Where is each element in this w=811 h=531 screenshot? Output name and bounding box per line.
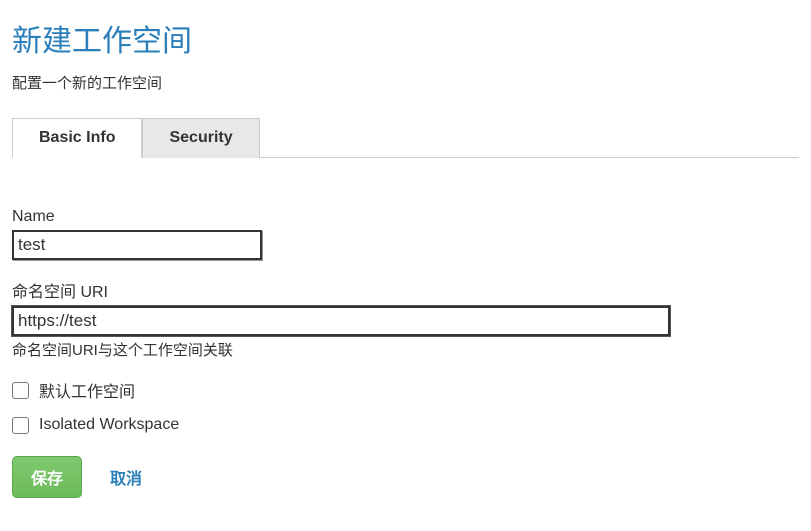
form-group-uri: 命名空间 URI 命名空间URI与这个工作空间关联 — [12, 278, 799, 360]
tab-basic-info[interactable]: Basic Info — [12, 118, 142, 158]
form-group-name: Name — [12, 208, 799, 260]
page-title: 新建工作空间 — [12, 16, 799, 60]
default-workspace-checkbox[interactable] — [12, 382, 29, 399]
page-subtitle: 配置一个新的工作空间 — [12, 72, 799, 93]
uri-label: 命名空间 URI — [12, 278, 799, 302]
isolated-workspace-label: Isolated Workspace — [39, 416, 179, 434]
uri-input[interactable] — [12, 306, 670, 336]
tab-security[interactable]: Security — [142, 118, 259, 158]
checkbox-row-default: 默认工作空间 — [12, 378, 799, 402]
uri-help-text: 命名空间URI与这个工作空间关联 — [12, 339, 799, 360]
save-button[interactable]: 保存 — [12, 456, 82, 498]
tabs-container: Basic Info Security — [12, 117, 799, 158]
isolated-workspace-checkbox[interactable] — [12, 417, 29, 434]
name-label: Name — [12, 208, 799, 226]
button-row: 保存 取消 — [12, 456, 799, 498]
name-input[interactable] — [12, 230, 262, 260]
default-workspace-label: 默认工作空间 — [39, 378, 135, 402]
checkbox-row-isolated: Isolated Workspace — [12, 416, 799, 434]
cancel-button[interactable]: 取消 — [110, 465, 142, 489]
